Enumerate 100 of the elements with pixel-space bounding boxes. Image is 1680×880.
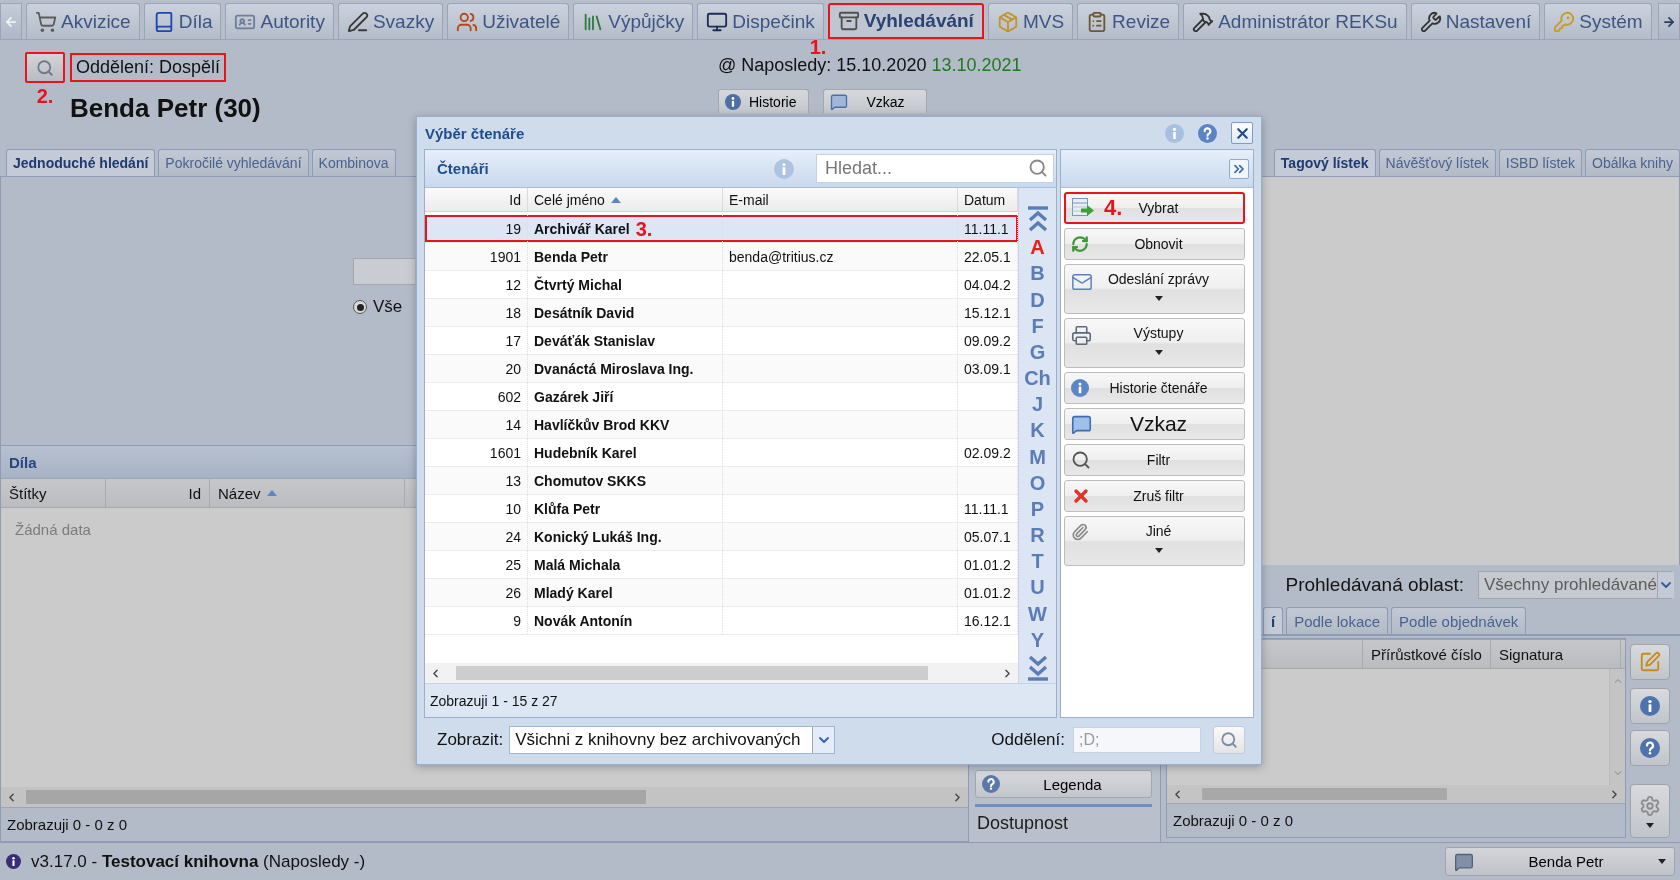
help-icon (1640, 738, 1660, 758)
callout-number: 3. (635, 217, 653, 240)
module-tab[interactable]: Vyhledávání (827, 3, 984, 39)
gear-icon (1639, 794, 1661, 817)
action-button[interactable]: Jiné (1064, 516, 1245, 566)
reader-name: Havlíčkův Brod KKV (534, 416, 670, 433)
module-tab[interactable]: Autority (225, 3, 334, 39)
preview-tab[interactable]: Obálka knihy (1585, 149, 1680, 176)
help-button[interactable] (1630, 730, 1670, 766)
header-button[interactable]: Vzkaz (823, 89, 928, 113)
table-row[interactable]: 9 Novák Antonín 16.12.1 (425, 607, 1018, 635)
action-button[interactable]: Historie čtenáře (1064, 372, 1245, 404)
edit-button[interactable] (1630, 644, 1670, 680)
action-button[interactable]: Filtr (1064, 444, 1245, 476)
holdings-tab[interactable]: Podle lokace (1286, 607, 1389, 634)
user-button[interactable]: Benda Petr (1445, 847, 1675, 876)
settings-button[interactable] (1630, 784, 1670, 838)
table-row[interactable]: 10 Klůfa Petr 11.11.1 (425, 495, 1018, 523)
expand-button[interactable] (1229, 158, 1249, 179)
module-tab[interactable]: Svazky (337, 3, 444, 39)
module-tab[interactable]: Výpůjčky (573, 3, 694, 39)
column-header[interactable]: Id (425, 188, 528, 211)
table-row[interactable]: 1901 Benda Petr benda@tritius.cz 22.05.1 (425, 243, 1018, 271)
wrench-icon (1419, 10, 1442, 33)
horizontal-scrollbar[interactable] (1, 787, 968, 807)
caret-down-icon (1154, 296, 1163, 301)
search-field[interactable]: Hledat... (816, 154, 1054, 183)
action-button[interactable]: Obnovit (1064, 228, 1245, 260)
column-header[interactable]: Název (210, 479, 405, 507)
column-header[interactable]: Celé jméno (528, 188, 723, 211)
table-row[interactable]: 26 Mladý Karel 01.01.2 (425, 579, 1018, 607)
table-cell: 9 (425, 607, 528, 634)
preview-tab[interactable]: Tagový lístek (1273, 149, 1376, 176)
preview-tab[interactable]: Návěšťový lístek (1378, 149, 1496, 176)
module-tab[interactable]: Dispečink (697, 3, 824, 39)
column-header[interactable]: Id (106, 479, 210, 507)
action-button[interactable]: Výstupy (1064, 318, 1245, 368)
module-tab[interactable]: Systém (1544, 3, 1652, 39)
table-row[interactable]: 20 Dvanáctá Miroslava Ing. 03.09.1 (425, 355, 1018, 383)
info-button[interactable] (1630, 688, 1670, 724)
column-header[interactable]: E-mail (723, 188, 958, 211)
caret-down-icon (1658, 859, 1666, 864)
table-row[interactable]: 18 Desátník David 15.12.1 (425, 299, 1018, 327)
table-cell: 602 (425, 383, 528, 410)
table-cell: 17 (425, 327, 528, 354)
table-row[interactable]: 25 Malá Michala 01.01.2 (425, 551, 1018, 579)
module-tab[interactable]: MVS (987, 3, 1074, 39)
table-row[interactable]: 1601 Hudebník Karel 02.09.2 (425, 439, 1018, 467)
double-chevron-down-icon[interactable] (1026, 654, 1049, 681)
table-cell: 1901 (425, 243, 528, 270)
search-button[interactable] (25, 52, 65, 83)
action-button[interactable]: Odeslání zprávy (1064, 264, 1245, 314)
search-input-field[interactable] (353, 258, 415, 285)
module-tab[interactable]: Nastavení (1410, 3, 1541, 39)
close-button[interactable] (1231, 122, 1253, 144)
table-row[interactable]: 17 Deváťák Stanislav 09.09.2 (425, 327, 1018, 355)
callout-number: 1. (809, 36, 827, 58)
tab-scroll-right-button[interactable] (1658, 3, 1680, 39)
horizontal-scrollbar[interactable] (425, 663, 1018, 683)
users-icon (456, 10, 479, 33)
table-row[interactable]: 14 Havlíčkův Brod KKV (425, 411, 1018, 439)
holdings-tab[interactable]: Podle objednávek (1391, 607, 1527, 634)
header-button[interactable]: Historie (718, 89, 810, 113)
table-row[interactable]: 12 Čtvrtý Michal 04.04.2 (425, 271, 1018, 299)
horizontal-scrollbar[interactable] (1167, 785, 1625, 803)
module-tab[interactable]: Díla (143, 3, 222, 39)
holdings-tab[interactable]: í (1263, 607, 1284, 634)
preview-tab[interactable]: ISBD lístek (1498, 149, 1583, 176)
search-tab[interactable]: Kombinova (311, 149, 396, 176)
action-button[interactable]: Zruš filtr (1064, 480, 1245, 512)
column-header[interactable]: Štítky (1, 479, 106, 507)
search-tab[interactable]: Jednoduché hledání (6, 149, 156, 176)
radio-button[interactable] (353, 300, 367, 314)
reader-name: Novák Antonín (534, 612, 633, 629)
table-row[interactable]: 602 Gazárek Jiří (425, 383, 1018, 411)
action-button[interactable]: Vzkaz (1064, 408, 1245, 440)
table-row[interactable]: 13 Chomutov SKKS (425, 467, 1018, 495)
caret-down-icon (1154, 548, 1163, 553)
paperclip-icon (1071, 523, 1089, 541)
module-tab[interactable]: Akvizice (26, 3, 140, 39)
double-chevron-up-icon[interactable] (1026, 206, 1049, 232)
search-button[interactable] (1213, 725, 1245, 754)
sort-ascending-icon (610, 196, 621, 203)
letter-link[interactable]: A (1030, 236, 1045, 259)
table-row[interactable]: 24 Konický Lukáš Ing. 05.07.1 (425, 523, 1018, 551)
tab-scroll-left-button[interactable] (0, 3, 22, 39)
legend-button[interactable]: Legenda (975, 770, 1152, 798)
module-tab[interactable]: Revize (1077, 3, 1180, 39)
module-tab[interactable]: Uživatelé (447, 3, 570, 39)
area-label: Prohledávaná oblast: (1285, 574, 1464, 596)
area-combobox[interactable]: Všechny prohledávané (1478, 571, 1672, 599)
table-cell: 14 (425, 411, 528, 438)
module-tab[interactable]: Administrátor REKSu (1183, 3, 1407, 39)
column-header[interactable]: Přírůstkové číslo (1363, 640, 1491, 668)
filter-combobox[interactable]: Všichni z knihovny bez archivovaných (509, 725, 836, 754)
search-tab[interactable]: Pokročilé vyhledávání (158, 149, 309, 176)
last-visit-text: @ Naposledy: 15.10.2020 13.10.2021 (718, 55, 1022, 76)
table-row[interactable]: 19 Archivář Karel 3. 11.11.1 (425, 215, 1018, 243)
sort-ascending-icon (266, 490, 277, 496)
column-header[interactable]: Signatura (1491, 640, 1621, 668)
